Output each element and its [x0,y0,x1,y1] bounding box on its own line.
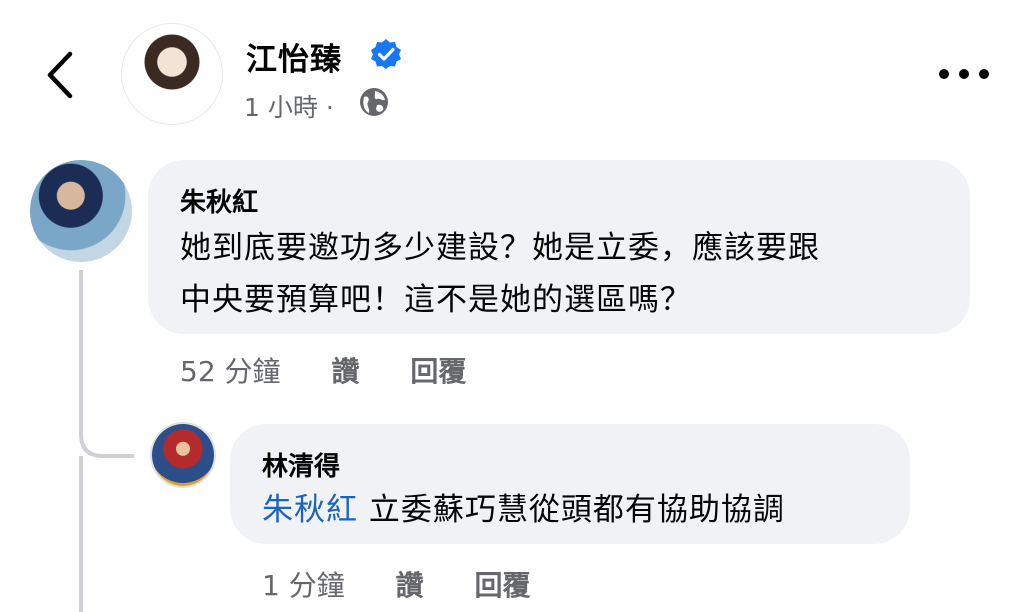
post-author-avatar[interactable] [122,24,222,124]
comment-actions: 52 分鐘 讚 回覆 [180,350,508,390]
comment-timestamp[interactable]: 52 分鐘 [180,350,281,390]
comment-author[interactable]: 朱秋紅 [180,182,258,219]
reply-like-button[interactable]: 讚 [396,564,424,604]
verified-badge-icon [370,38,402,70]
reply-text: 立委蘇巧慧從頭都有協助協調 [368,492,785,528]
like-button[interactable]: 讚 [331,350,359,390]
comment-text-line-2: 中央要預算吧！這不是她的選區嗎？ [180,282,692,318]
reply-button[interactable]: 回覆 [410,350,466,390]
reply-reply-button[interactable]: 回覆 [475,564,531,604]
globe-icon [358,86,390,118]
post-time-text: 1 小時 [244,93,318,122]
more-dots-icon [939,69,989,79]
reply-timestamp[interactable]: 1 分鐘 [262,564,345,604]
post-author-name[interactable]: 江怡臻 [246,34,342,79]
comment-text: 她到底要邀功多少建設？她是立委，應該要跟 中央要預算吧！這不是她的選區嗎？ [180,222,960,326]
mention-link[interactable]: 朱秋紅 [262,492,358,528]
commenter-avatar[interactable] [30,160,132,262]
reply-author-avatar[interactable] [152,424,214,486]
more-options-button[interactable] [936,62,992,86]
reply-author[interactable]: 林清得 [262,446,340,483]
back-button[interactable] [40,50,80,100]
post-time-separator: · [325,93,334,122]
reply-actions: 1 分鐘 讚 回覆 [262,564,573,604]
comment-text-line-1: 她到底要邀功多少建設？她是立委，應該要跟 [180,230,820,266]
post-timestamp[interactable]: 1 小時 · [244,88,334,124]
reply-text-row: 朱秋紅 立委蘇巧慧從頭都有協助協調 [262,484,785,529]
thread-connector [79,270,134,612]
chevron-left-icon [47,51,73,99]
